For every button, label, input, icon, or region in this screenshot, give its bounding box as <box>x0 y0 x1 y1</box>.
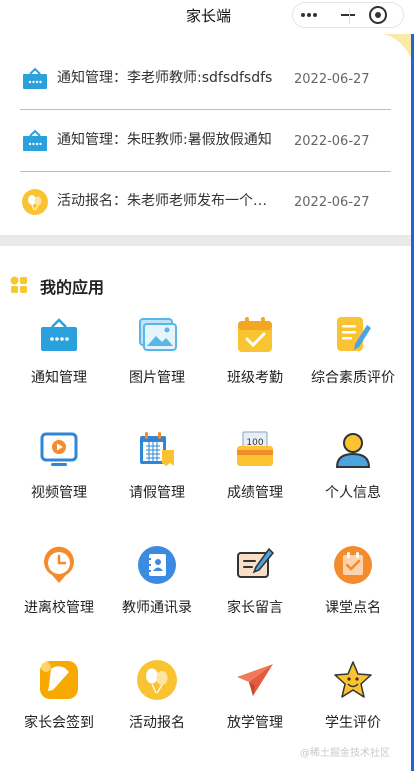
contact-book-icon <box>138 546 176 584</box>
app-dismissal-management[interactable]: 放学管理 <box>206 660 304 760</box>
balloon-icon <box>22 189 48 215</box>
app-class-attendance[interactable]: 班级考勤 <box>206 315 304 415</box>
app-label: 家长会签到 <box>24 715 94 731</box>
mini-program-capsule <box>292 2 404 28</box>
app-label: 成绩管理 <box>227 485 283 501</box>
app-teacher-contacts[interactable]: 教师通讯录 <box>108 545 206 645</box>
person-icon <box>335 433 371 468</box>
notice-date: 2022-06-27 <box>294 134 370 149</box>
app-video-management[interactable]: 视频管理 <box>10 430 108 530</box>
notice-date: 2022-06-27 <box>294 195 370 210</box>
app-notice-management[interactable]: 通知管理 <box>10 315 108 415</box>
app-label: 个人信息 <box>325 485 381 501</box>
calendar-check-icon <box>238 317 272 352</box>
app-personal-info[interactable]: 个人信息 <box>304 430 402 530</box>
notice-date: 2022-06-27 <box>294 72 370 87</box>
watermark: @稀土掘金技术社区 <box>300 748 390 759</box>
app-label: 视频管理 <box>31 485 87 501</box>
app-school-entry-exit[interactable]: 进离校管理 <box>10 545 108 645</box>
notice-bag-icon <box>41 318 77 351</box>
notice-bag-icon <box>23 67 47 89</box>
app-label: 综合素质评价 <box>311 370 395 386</box>
app-label: 课堂点名 <box>325 600 381 616</box>
edge-stripe <box>411 34 414 771</box>
app-label: 活动报名 <box>129 715 185 731</box>
score-card-icon: 100 <box>237 431 273 466</box>
app-parent-meeting-signin[interactable]: 家长会签到 <box>10 660 108 760</box>
notice-text: 通知管理：李老师教师:sdfsdfsdfs <box>57 70 273 86</box>
app-label: 通知管理 <box>31 370 87 386</box>
app-label: 放学管理 <box>227 715 283 731</box>
notice-item[interactable]: 通知管理：朱旺教师:暑假放假通知 2022-06-27 <box>20 110 391 172</box>
rollcall-icon <box>334 546 372 584</box>
app-parent-messages[interactable]: 家长留言 <box>206 545 304 645</box>
leave-calendar-icon <box>140 432 174 466</box>
apps-grid-icon <box>10 276 27 293</box>
notice-text: 活动报名：朱老师老师发布一个活动 <box>57 193 279 209</box>
app-label: 教师通讯录 <box>122 600 192 616</box>
app-picture-management[interactable]: 图片管理 <box>108 315 206 415</box>
app-quality-evaluation[interactable]: 综合素质评价 <box>304 315 402 415</box>
app-label: 班级考勤 <box>227 370 283 386</box>
notice-item[interactable]: 活动报名：朱老师老师发布一个活动 2022-06-27 <box>20 171 391 233</box>
app-leave-management[interactable]: 请假管理 <box>108 430 206 530</box>
note-pencil-icon <box>337 317 371 351</box>
target-close-icon[interactable] <box>359 3 399 27</box>
balloon-icon <box>137 660 177 700</box>
signin-pen-icon <box>40 661 78 699</box>
app-label: 进离校管理 <box>24 600 94 616</box>
app-label: 图片管理 <box>129 370 185 386</box>
app-class-rollcall[interactable]: 课堂点名 <box>304 545 402 645</box>
notice-item[interactable]: 通知管理：李老师教师:sdfsdfsdfs 2022-06-27 <box>20 48 391 110</box>
section-divider <box>0 235 411 246</box>
notice-bag-icon <box>23 129 47 151</box>
notice-text: 通知管理：朱旺教师:暑假放假通知 <box>57 132 272 148</box>
clock-pin-icon <box>44 546 74 583</box>
app-label: 请假管理 <box>129 485 185 501</box>
picture-icon <box>139 318 177 351</box>
message-pen-icon <box>237 547 275 578</box>
app-label: 家长留言 <box>227 600 283 616</box>
navigation-bar: 家长端 <box>0 0 417 32</box>
capsule-separator <box>349 8 350 24</box>
app-label: 学生评价 <box>325 715 381 731</box>
paper-plane-icon <box>237 664 273 696</box>
app-score-management[interactable]: 100 成绩管理 <box>206 430 304 530</box>
app-activity-registration[interactable]: 活动报名 <box>108 660 206 760</box>
section-title: 我的应用 <box>40 278 105 297</box>
star-face-icon <box>334 661 372 698</box>
video-play-icon <box>40 432 78 466</box>
